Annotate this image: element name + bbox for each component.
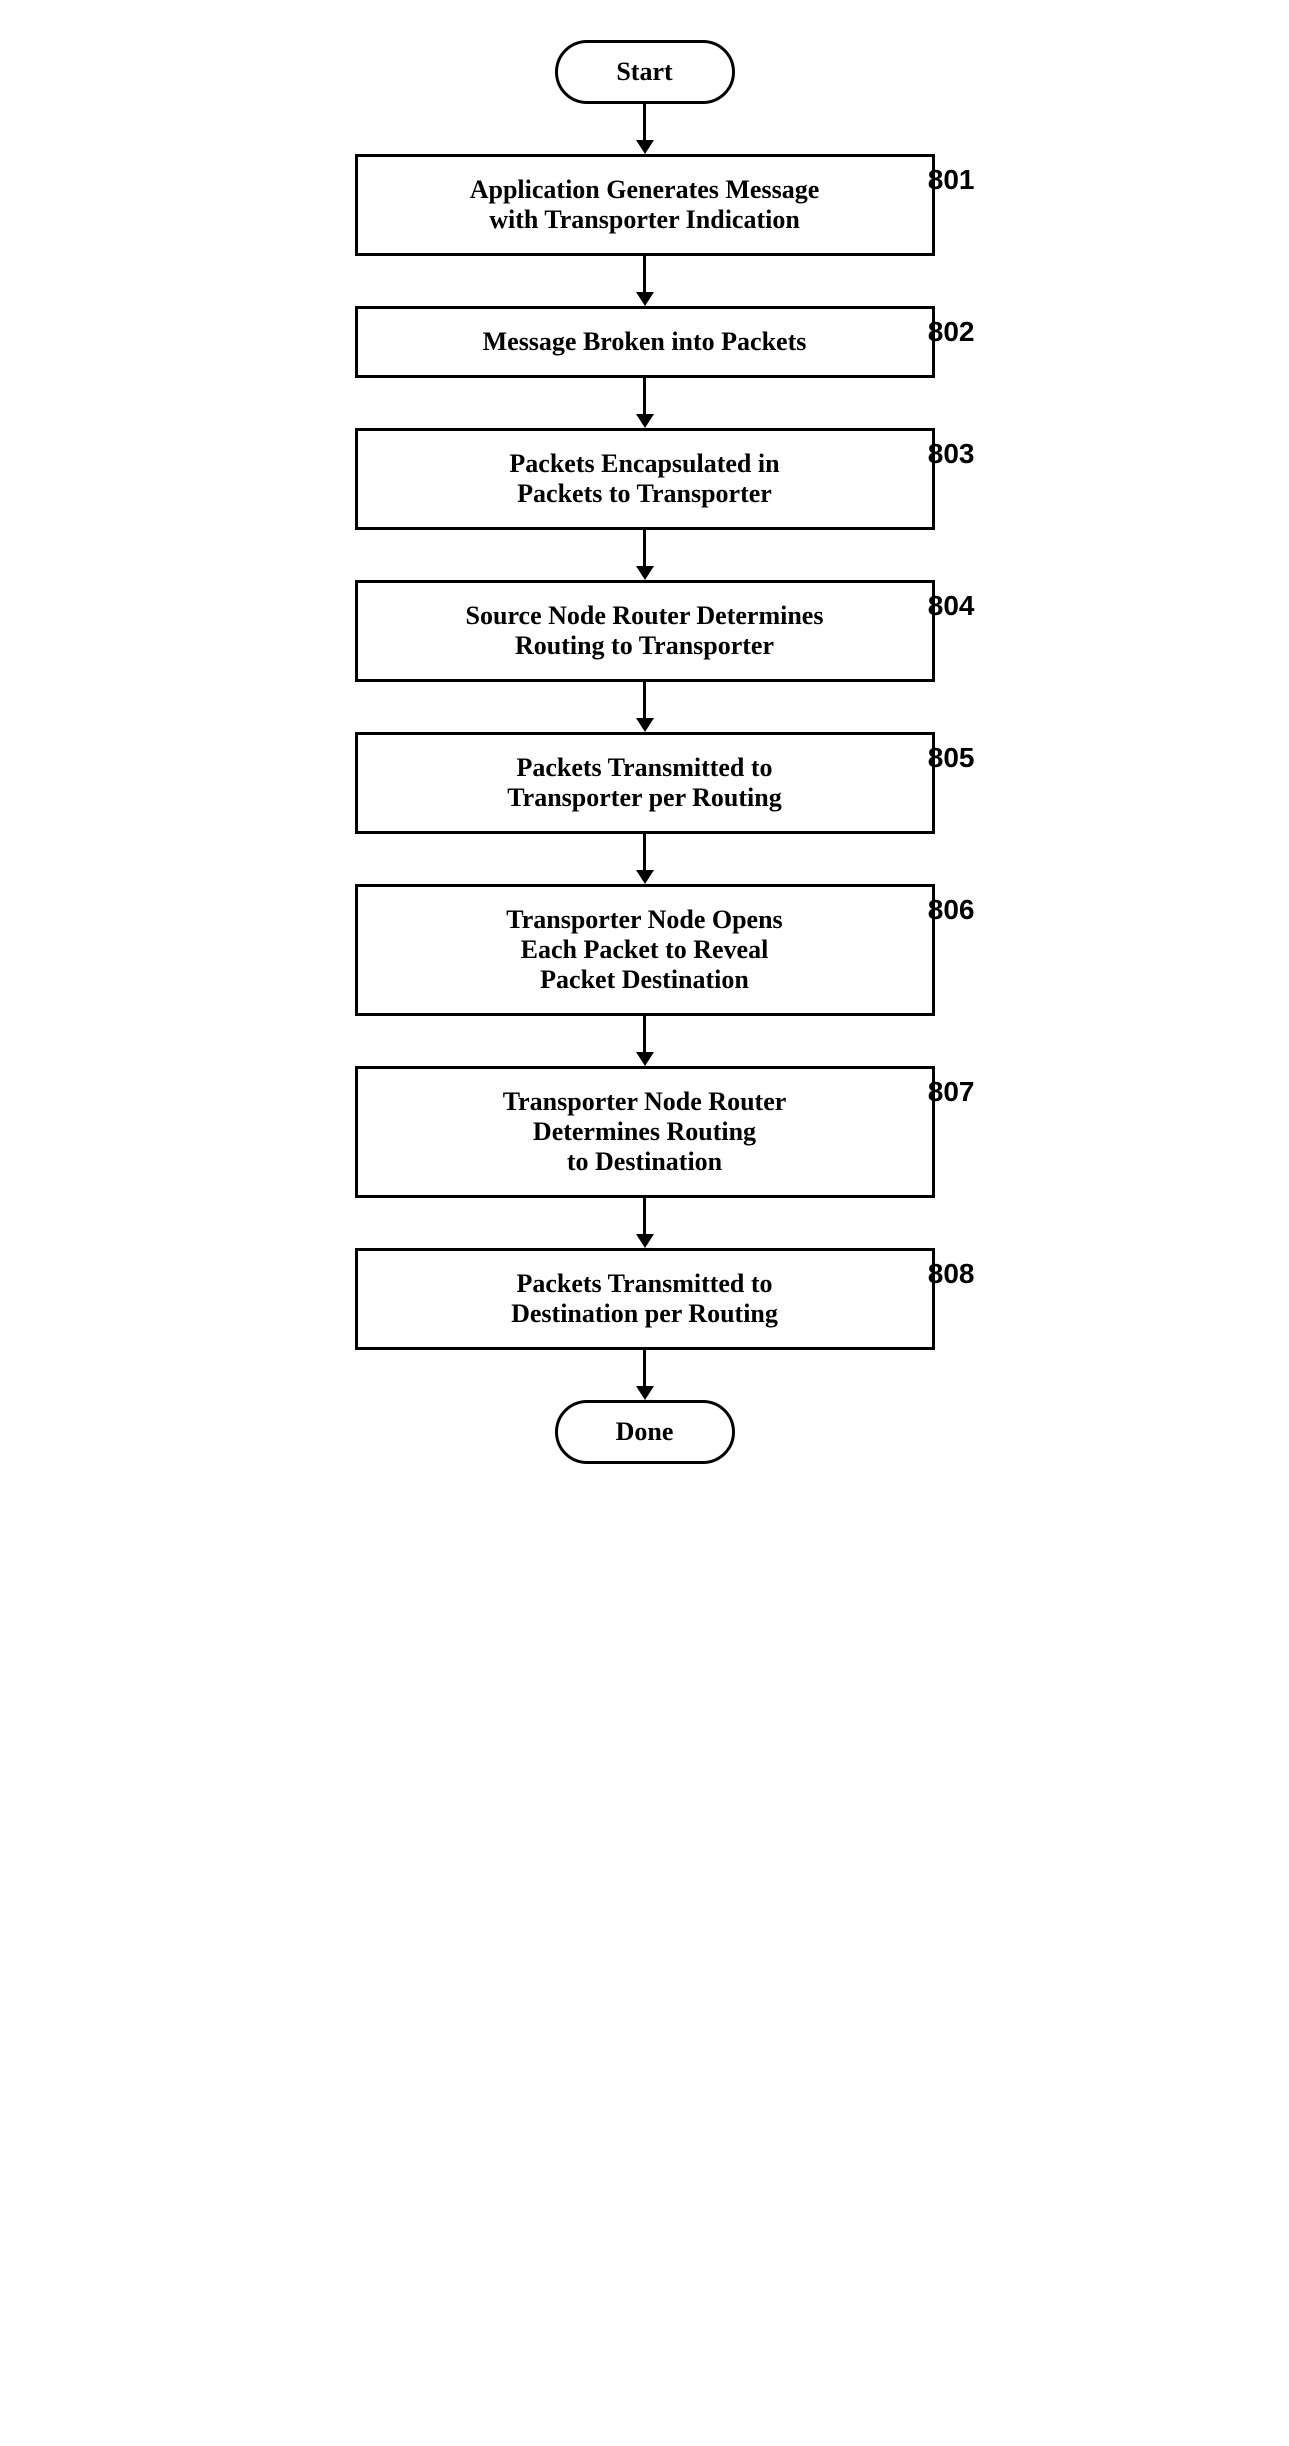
- arrow-line: [643, 1350, 646, 1386]
- step-container-805: Packets Transmitted to Transporter per R…: [315, 732, 975, 834]
- step-803-line1: Packets Encapsulated in: [388, 449, 902, 479]
- arrow-line: [643, 682, 646, 718]
- process-box-803: Packets Encapsulated in Packets to Trans…: [355, 428, 935, 530]
- arrow-line: [643, 378, 646, 414]
- step-container-801: Application Generates Message with Trans…: [315, 154, 975, 256]
- process-box-807: Transporter Node Router Determines Routi…: [355, 1066, 935, 1198]
- process-box-801: Application Generates Message with Trans…: [355, 154, 935, 256]
- step-807-line2: Determines Routing: [388, 1117, 902, 1147]
- step-label-804: 804: [928, 590, 975, 622]
- step-label-805: 805: [928, 742, 975, 774]
- step-808-line2: Destination per Routing: [388, 1299, 902, 1329]
- step-label-808: 808: [928, 1258, 975, 1290]
- step-804-line2: Routing to Transporter: [388, 631, 902, 661]
- arrow-head: [636, 140, 654, 154]
- step-container-803: Packets Encapsulated in Packets to Trans…: [315, 428, 975, 530]
- step-label-803: 803: [928, 438, 975, 470]
- process-box-804: Source Node Router Determines Routing to…: [355, 580, 935, 682]
- step-804-line1: Source Node Router Determines: [388, 601, 902, 631]
- arrow-0: [636, 104, 654, 154]
- arrow-line: [643, 104, 646, 140]
- step-806-line2: Each Packet to Reveal: [388, 935, 902, 965]
- arrow-head: [636, 1386, 654, 1400]
- flowchart: Start Application Generates Message with…: [255, 40, 1035, 1464]
- step-807-line3: to Destination: [388, 1147, 902, 1177]
- arrow-line: [643, 256, 646, 292]
- step-container-808: Packets Transmitted to Destination per R…: [315, 1248, 975, 1350]
- arrow-head: [636, 292, 654, 306]
- step-808-line1: Packets Transmitted to: [388, 1269, 902, 1299]
- step-label-807: 807: [928, 1076, 975, 1108]
- step-label-802: 802: [928, 316, 975, 348]
- process-box-805: Packets Transmitted to Transporter per R…: [355, 732, 935, 834]
- step-container-806: Transporter Node Opens Each Packet to Re…: [315, 884, 975, 1016]
- step-802-line1: Message Broken into Packets: [388, 327, 902, 357]
- arrow-head: [636, 414, 654, 428]
- step-805-line2: Transporter per Routing: [388, 783, 902, 813]
- arrow-1: [636, 256, 654, 306]
- arrow-head: [636, 566, 654, 580]
- process-box-802: Message Broken into Packets: [355, 306, 935, 378]
- arrow-line: [643, 1016, 646, 1052]
- arrow-head: [636, 718, 654, 732]
- arrow-head: [636, 1234, 654, 1248]
- step-label-801: 801: [928, 164, 975, 196]
- step-806-line3: Packet Destination: [388, 965, 902, 995]
- arrow-line: [643, 1198, 646, 1234]
- process-box-808: Packets Transmitted to Destination per R…: [355, 1248, 935, 1350]
- step-label-806: 806: [928, 894, 975, 926]
- step-805-line1: Packets Transmitted to: [388, 753, 902, 783]
- step-801-line2: with Transporter Indication: [388, 205, 902, 235]
- arrow-3: [636, 530, 654, 580]
- arrow-head: [636, 870, 654, 884]
- start-terminal: Start: [555, 40, 735, 104]
- arrow-8: [636, 1350, 654, 1400]
- arrow-2: [636, 378, 654, 428]
- arrow-5: [636, 834, 654, 884]
- step-container-802: Message Broken into Packets 802: [315, 306, 975, 378]
- process-box-806: Transporter Node Opens Each Packet to Re…: [355, 884, 935, 1016]
- arrow-line: [643, 530, 646, 566]
- step-container-807: Transporter Node Router Determines Routi…: [315, 1066, 975, 1198]
- done-terminal: Done: [555, 1400, 735, 1464]
- arrow-6: [636, 1016, 654, 1066]
- arrow-7: [636, 1198, 654, 1248]
- step-806-line1: Transporter Node Opens: [388, 905, 902, 935]
- arrow-line: [643, 834, 646, 870]
- step-801-line1: Application Generates Message: [388, 175, 902, 205]
- step-807-line1: Transporter Node Router: [388, 1087, 902, 1117]
- arrow-4: [636, 682, 654, 732]
- step-803-line2: Packets to Transporter: [388, 479, 902, 509]
- start-label: Start: [616, 57, 672, 86]
- done-label: Done: [616, 1417, 674, 1446]
- step-container-804: Source Node Router Determines Routing to…: [315, 580, 975, 682]
- arrow-head: [636, 1052, 654, 1066]
